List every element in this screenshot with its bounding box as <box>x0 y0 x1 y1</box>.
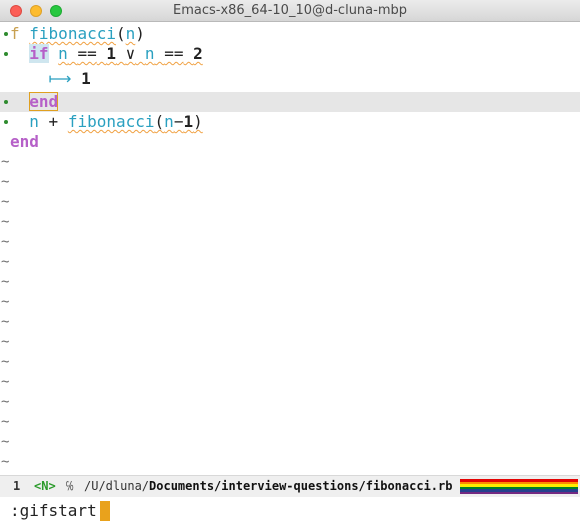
mode-line[interactable]: 1 <N> ℅ /U/dluna/Documents/interview-que… <box>0 475 580 497</box>
var-n: n <box>144 44 155 63</box>
empty-line-tilde: ~ <box>1 214 10 230</box>
buffer-file-path: /U/dluna/Documents/interview-questions/f… <box>84 476 452 497</box>
var-n: n <box>29 112 39 131</box>
number-literal: 1 <box>106 44 116 63</box>
empty-line: ~ <box>0 352 580 372</box>
param-n: n <box>125 24 136 43</box>
empty-line: ~ <box>0 312 580 332</box>
minibuffer-command: :gifstart <box>10 501 97 520</box>
empty-line: ~ <box>0 172 580 192</box>
path-prefix: /U/dluna/ <box>84 479 150 493</box>
window-title: Emacs-x86_64-10_10@d-cluna-mbp <box>172 3 407 18</box>
eq-operator: == <box>77 44 97 63</box>
rainbow-stripe <box>460 491 578 494</box>
empty-line-tilde: ~ <box>1 174 10 190</box>
def-keyword: f <box>10 24 20 43</box>
empty-line: ~ <box>0 232 580 252</box>
evil-state-indicator: <N> <box>34 479 56 493</box>
empty-line: ~ <box>0 412 580 432</box>
minus-operator: − <box>173 112 184 131</box>
function-call: fibonacci <box>67 112 155 131</box>
empty-line-tilde: ~ <box>1 354 10 370</box>
number-literal: 2 <box>193 44 203 63</box>
empty-line-tilde: ~ <box>1 254 10 270</box>
nyan-rainbow-progress <box>460 479 578 494</box>
empty-line: ~ <box>0 332 580 352</box>
fringe-marker <box>4 100 8 104</box>
empty-line-tilde: ~ <box>1 434 10 450</box>
empty-line-tilde: ~ <box>1 194 10 210</box>
path-file: Documents/interview-questions/fibonacci.… <box>149 479 453 493</box>
emacs-window: Emacs-x86_64-10_10@d-cluna-mbp f fibonac… <box>0 0 580 530</box>
empty-line: ~ <box>0 452 580 472</box>
open-paren: ( <box>115 24 126 43</box>
code-line-6[interactable]: end <box>0 132 580 152</box>
empty-line: ~ <box>0 372 580 392</box>
path-icon: ℅ <box>66 479 74 493</box>
or-operator: ∨ <box>125 44 136 63</box>
window-number: 1 <box>13 479 21 493</box>
if-keyword: if <box>29 44 49 63</box>
empty-line-tilde: ~ <box>1 314 10 330</box>
fringe-marker <box>4 52 8 56</box>
return-arrow-icon: ⟼ <box>48 69 72 88</box>
empty-line: ~ <box>0 192 580 212</box>
empty-line-tilde: ~ <box>1 414 10 430</box>
fringe-marker <box>4 32 8 36</box>
open-paren: ( <box>154 112 165 131</box>
plus-operator: + <box>48 112 59 131</box>
var-n: n <box>58 44 68 63</box>
text-cursor <box>100 501 110 521</box>
end-keyword: end <box>29 92 59 111</box>
empty-line-tilde: ~ <box>1 234 10 250</box>
empty-line-tilde: ~ <box>1 154 10 170</box>
close-paren: ) <box>193 112 203 131</box>
number-literal: 1 <box>81 69 91 88</box>
close-paren: ) <box>135 24 145 43</box>
number-literal: 1 <box>183 112 194 131</box>
empty-line-tilde: ~ <box>1 294 10 310</box>
eq-operator: == <box>164 44 184 63</box>
minibuffer[interactable]: :gifstart <box>0 499 580 523</box>
empty-line-tilde: ~ <box>1 394 10 410</box>
empty-line: ~ <box>0 292 580 312</box>
empty-line: ~ <box>0 432 580 452</box>
function-name: fibonacci <box>29 24 116 43</box>
code-line-2[interactable]: if n == 1 ∨ n == 2 <box>0 44 580 64</box>
empty-line: ~ <box>0 212 580 232</box>
empty-line: ~ <box>0 152 580 172</box>
title-bar: Emacs-x86_64-10_10@d-cluna-mbp <box>0 0 580 22</box>
empty-line: ~ <box>0 272 580 292</box>
code-line-4[interactable]: end <box>0 92 580 112</box>
var-n: n <box>164 112 174 131</box>
empty-line-tilde: ~ <box>1 334 10 350</box>
empty-line-tilde: ~ <box>1 454 10 470</box>
empty-line: ~ <box>0 252 580 272</box>
empty-line-tilde: ~ <box>1 274 10 290</box>
empty-line: ~ <box>0 392 580 412</box>
code-line-1[interactable]: f fibonacci(n) <box>0 24 580 44</box>
code-line-5[interactable]: n + fibonacci(n−1) <box>0 112 580 132</box>
editor-buffer[interactable]: f fibonacci(n) if n == 1 ∨ n == 2 ⟼ 1 en… <box>0 22 580 472</box>
end-keyword: end <box>10 132 39 151</box>
code-line-3[interactable]: ⟼ 1 <box>0 69 580 89</box>
fringe-marker <box>4 120 8 124</box>
empty-line-tilde: ~ <box>1 374 10 390</box>
